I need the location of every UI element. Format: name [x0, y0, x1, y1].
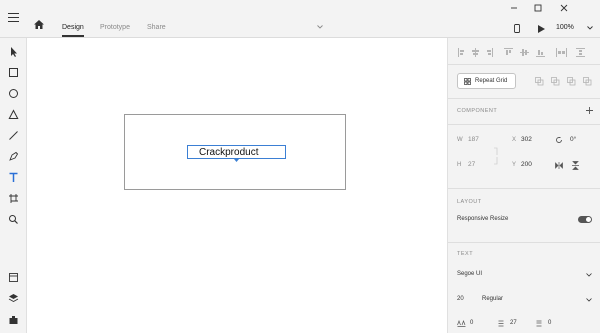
layout-section-header: LAYOUT: [457, 199, 482, 205]
property-inspector: Repeat Grid COMPONENT W 187 X 302 0° H 2…: [447, 38, 600, 333]
boolean-operations-icon[interactable]: [535, 77, 593, 86]
tab-share[interactable]: Share: [147, 24, 166, 31]
font-weight-select[interactable]: Regular: [482, 296, 503, 302]
line-spacing-icon: [498, 320, 504, 327]
play-icon[interactable]: [538, 25, 545, 33]
align-toolbar-icon[interactable]: [458, 48, 594, 57]
minimize-icon[interactable]: [510, 4, 518, 12]
pen-tool-icon[interactable]: [8, 151, 19, 162]
tools-toolbar: [0, 38, 27, 333]
hamburger-menu-icon[interactable]: [8, 13, 19, 22]
repeat-grid-label: Repeat Grid: [475, 78, 508, 84]
font-family-select[interactable]: Segoe UI: [457, 271, 482, 277]
tab-design[interactable]: Design: [62, 24, 84, 31]
divider: [448, 64, 600, 65]
rotation-field[interactable]: 0°: [570, 136, 576, 143]
rotate-icon: [556, 137, 562, 143]
selected-text-box[interactable]: Crackproduct: [187, 145, 286, 162]
active-tab-indicator: [62, 35, 84, 37]
paragraph-spacing-field[interactable]: 0: [548, 320, 551, 326]
font-size-field[interactable]: 20: [457, 296, 464, 302]
divider: [448, 98, 600, 99]
design-canvas[interactable]: Crackproduct: [27, 38, 447, 333]
flip-vertical-icon[interactable]: [572, 161, 579, 170]
close-icon[interactable]: [560, 4, 568, 12]
line-tool-icon[interactable]: [8, 130, 19, 141]
maximize-icon[interactable]: [534, 4, 542, 12]
divider: [448, 124, 600, 125]
rectangle-tool-icon[interactable]: [8, 67, 19, 78]
responsive-resize-label: Responsive Resize: [457, 216, 509, 222]
text-layer-content[interactable]: Crackproduct: [199, 146, 258, 159]
lock-aspect-icon[interactable]: [494, 147, 499, 165]
divider: [448, 242, 600, 243]
text-resize-handle-icon[interactable]: [234, 159, 239, 162]
mobile-device-icon[interactable]: [514, 24, 520, 33]
font-family-chevron-down-icon[interactable]: [586, 273, 592, 277]
ellipse-tool-icon[interactable]: [8, 88, 19, 99]
repeat-grid-button[interactable]: Repeat Grid: [457, 73, 516, 89]
character-spacing-field[interactable]: 0: [470, 320, 473, 326]
top-bar: Design Prototype Share 100%: [0, 0, 600, 38]
text-tool-icon[interactable]: [8, 172, 19, 183]
repeat-grid-icon: [464, 78, 471, 85]
flip-horizontal-icon[interactable]: [555, 162, 563, 169]
x-field[interactable]: 302: [521, 136, 532, 143]
height-field[interactable]: 27: [468, 161, 475, 168]
home-icon[interactable]: [34, 20, 44, 29]
divider: [448, 188, 600, 189]
tab-prototype[interactable]: Prototype: [100, 24, 130, 31]
component-section-header: COMPONENT: [457, 108, 498, 114]
polygon-tool-icon[interactable]: [8, 109, 19, 120]
zoom-level[interactable]: 100%: [556, 24, 574, 31]
width-label: W: [457, 137, 463, 143]
assets-icon[interactable]: [8, 272, 19, 283]
artboard-tool-icon[interactable]: [8, 193, 19, 204]
font-weight-chevron-down-icon[interactable]: [586, 298, 592, 302]
character-spacing-icon: [457, 320, 466, 327]
plus-icon[interactable]: [586, 107, 593, 114]
paragraph-spacing-icon: [536, 320, 542, 327]
chevron-down-icon[interactable]: [317, 25, 323, 29]
text-section-header: TEXT: [457, 251, 474, 257]
select-tool-icon[interactable]: [8, 46, 19, 57]
x-label: X: [512, 137, 517, 143]
zoom-chevron-down-icon[interactable]: [587, 26, 593, 30]
plugins-icon[interactable]: [8, 314, 19, 325]
y-label: Y: [512, 162, 517, 168]
zoom-tool-icon[interactable]: [8, 214, 19, 225]
artboard[interactable]: Crackproduct: [124, 114, 346, 190]
y-field[interactable]: 200: [521, 161, 532, 168]
height-label: H: [457, 162, 462, 168]
responsive-resize-toggle[interactable]: [578, 216, 592, 223]
layers-icon[interactable]: [8, 293, 19, 304]
width-field[interactable]: 187: [468, 136, 479, 143]
line-spacing-field[interactable]: 27: [510, 320, 517, 326]
